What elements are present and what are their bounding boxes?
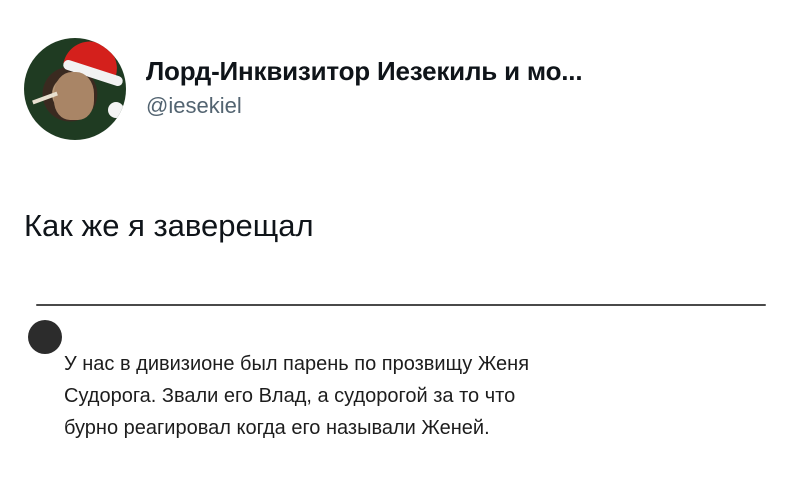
comment-line: бурно реагировал когда его называли Жене… [64, 417, 490, 439]
hat-pompom [108, 102, 124, 118]
author-handle[interactable]: @iesekiel [146, 93, 582, 119]
commenter-avatar [28, 320, 62, 354]
comment-body: У нас в дивизионе был парень по прозвищу… [64, 348, 764, 444]
post-header: Лорд-Инквизитор Иезекиль и мо... @ieseki… [24, 38, 583, 140]
post-text: Как же я заверещал [24, 208, 314, 243]
comment-line: Судорога. Звали его Влад, а судорогой за… [64, 385, 516, 407]
author-avatar[interactable] [24, 38, 126, 140]
divider [36, 304, 766, 306]
author-display-name[interactable]: Лорд-Инквизитор Иезекиль и мо... [146, 56, 583, 87]
comment-line: У нас в дивизионе был парень по прозвищу… [64, 353, 530, 375]
user-info: Лорд-Инквизитор Иезекиль и мо... @ieseki… [146, 56, 583, 119]
post-media-image[interactable]: У нас в дивизионе был парень по прозвищу… [0, 300, 800, 502]
avatar-face [54, 72, 94, 120]
